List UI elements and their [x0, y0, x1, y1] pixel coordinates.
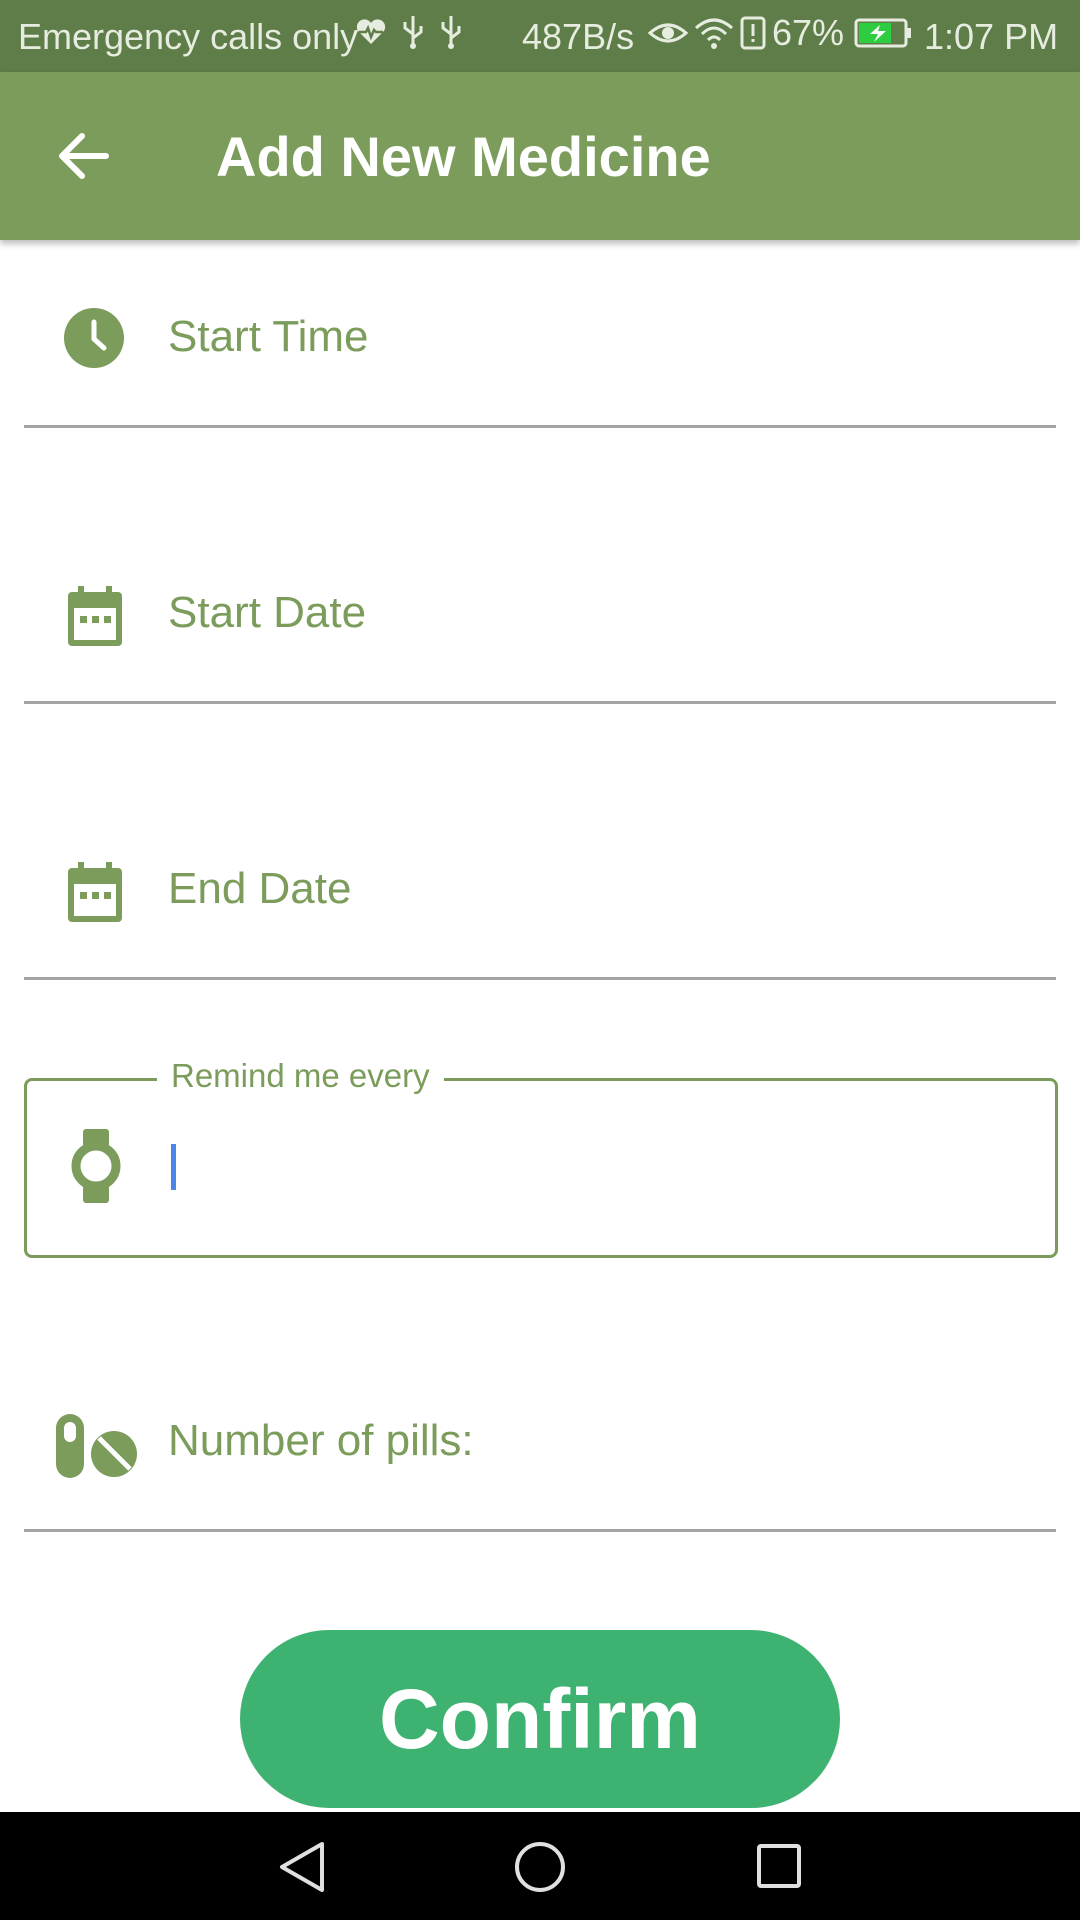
arrow-back-icon — [59, 133, 109, 179]
end-date-label: End Date — [168, 864, 352, 913]
end-date-field[interactable]: End Date — [24, 848, 1056, 982]
alert-icon — [740, 16, 766, 50]
carrier-text: Emergency calls only — [18, 16, 359, 57]
page-title: Add New Medicine — [216, 125, 711, 188]
battery-percent: 67% — [772, 12, 845, 53]
eye-icon — [648, 23, 688, 43]
usb-icon — [403, 16, 423, 49]
watch-icon — [71, 1129, 121, 1203]
back-button[interactable] — [52, 124, 116, 188]
end-date-underline — [24, 977, 1056, 980]
calendar-icon — [68, 862, 122, 922]
remind-every-field[interactable]: Remind me every — [24, 1057, 1058, 1258]
clock-icon — [64, 308, 124, 368]
confirm-button[interactable]: Confirm — [240, 1630, 840, 1808]
status-bar: Emergency calls only 487B/s 67% 1:07 PM — [0, 0, 1080, 72]
usb-icon — [441, 16, 461, 49]
text-cursor — [171, 1144, 176, 1190]
pills-underline — [24, 1529, 1056, 1532]
clock-time: 1:07 PM — [924, 16, 1059, 57]
start-time-field[interactable]: Start Time — [24, 296, 1056, 430]
wifi-icon — [695, 18, 733, 49]
remind-every-label: Remind me every — [157, 1057, 444, 1095]
heart-pulse-icon — [356, 19, 386, 44]
app-bar: Add New Medicine — [0, 72, 1080, 240]
remind-every-input[interactable] — [167, 1129, 1031, 1207]
pills-field[interactable]: Number of pills: — [24, 1400, 1056, 1534]
start-date-underline — [24, 701, 1056, 704]
back-triangle-icon[interactable] — [276, 1840, 328, 1894]
start-date-field[interactable]: Start Date — [24, 572, 1056, 706]
start-date-label: Start Date — [168, 588, 367, 637]
network-speed: 487B/s — [522, 16, 635, 57]
navigation-bar — [0, 1812, 1080, 1920]
start-time-label: Start Time — [168, 312, 369, 361]
start-time-underline — [24, 425, 1056, 428]
recents-square-icon[interactable] — [756, 1840, 802, 1894]
battery-charging-icon — [854, 18, 912, 48]
pills-label: Number of pills: — [168, 1416, 474, 1465]
pills-icon — [56, 1414, 137, 1478]
home-circle-icon[interactable] — [514, 1840, 566, 1894]
calendar-icon — [68, 586, 122, 646]
